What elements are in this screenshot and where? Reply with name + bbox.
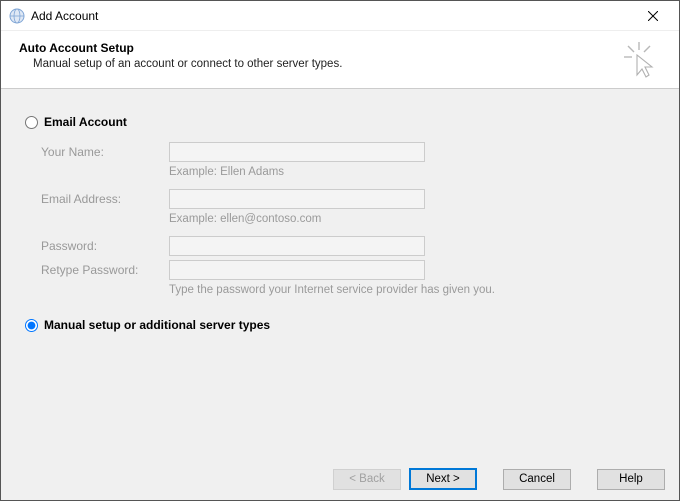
next-button[interactable]: Next > bbox=[409, 468, 477, 490]
radio-manual-setup-input[interactable] bbox=[25, 319, 38, 332]
your-name-input bbox=[169, 142, 425, 162]
wizard-subheading: Manual setup of an account or connect to… bbox=[19, 58, 661, 70]
help-button[interactable]: Help bbox=[597, 469, 665, 490]
wizard-footer: < Back Next > Cancel Help bbox=[1, 458, 679, 500]
radio-manual-setup-label: Manual setup or additional server types bbox=[44, 318, 270, 332]
retype-password-label: Retype Password: bbox=[41, 263, 169, 277]
app-icon bbox=[9, 8, 25, 24]
email-hint: Example: ellen@contoso.com bbox=[169, 212, 321, 225]
email-input bbox=[169, 189, 425, 209]
radio-email-account-input[interactable] bbox=[25, 116, 38, 129]
your-name-hint: Example: Ellen Adams bbox=[169, 165, 284, 178]
password-label: Password: bbox=[41, 239, 169, 253]
retype-password-input bbox=[169, 260, 425, 280]
email-label: Email Address: bbox=[41, 192, 169, 206]
titlebar: Add Account bbox=[1, 1, 679, 31]
radio-manual-setup[interactable]: Manual setup or additional server types bbox=[25, 318, 655, 332]
window-title: Add Account bbox=[31, 9, 98, 23]
cursor-click-icon bbox=[617, 39, 657, 79]
password-hint: Type the password your Internet service … bbox=[169, 283, 495, 296]
wizard-header: Auto Account Setup Manual setup of an ac… bbox=[1, 31, 679, 89]
back-button: < Back bbox=[333, 469, 401, 490]
wizard-body: Email Account Your Name: Example: Ellen … bbox=[1, 89, 679, 459]
wizard-heading: Auto Account Setup bbox=[19, 41, 661, 55]
password-input bbox=[169, 236, 425, 256]
radio-email-account[interactable]: Email Account bbox=[25, 115, 655, 129]
close-button[interactable] bbox=[633, 2, 673, 30]
cancel-button[interactable]: Cancel bbox=[503, 469, 571, 490]
your-name-label: Your Name: bbox=[41, 145, 169, 159]
radio-email-account-label: Email Account bbox=[44, 115, 127, 129]
email-account-form: Your Name: Example: Ellen Adams Email Ad… bbox=[41, 141, 655, 296]
